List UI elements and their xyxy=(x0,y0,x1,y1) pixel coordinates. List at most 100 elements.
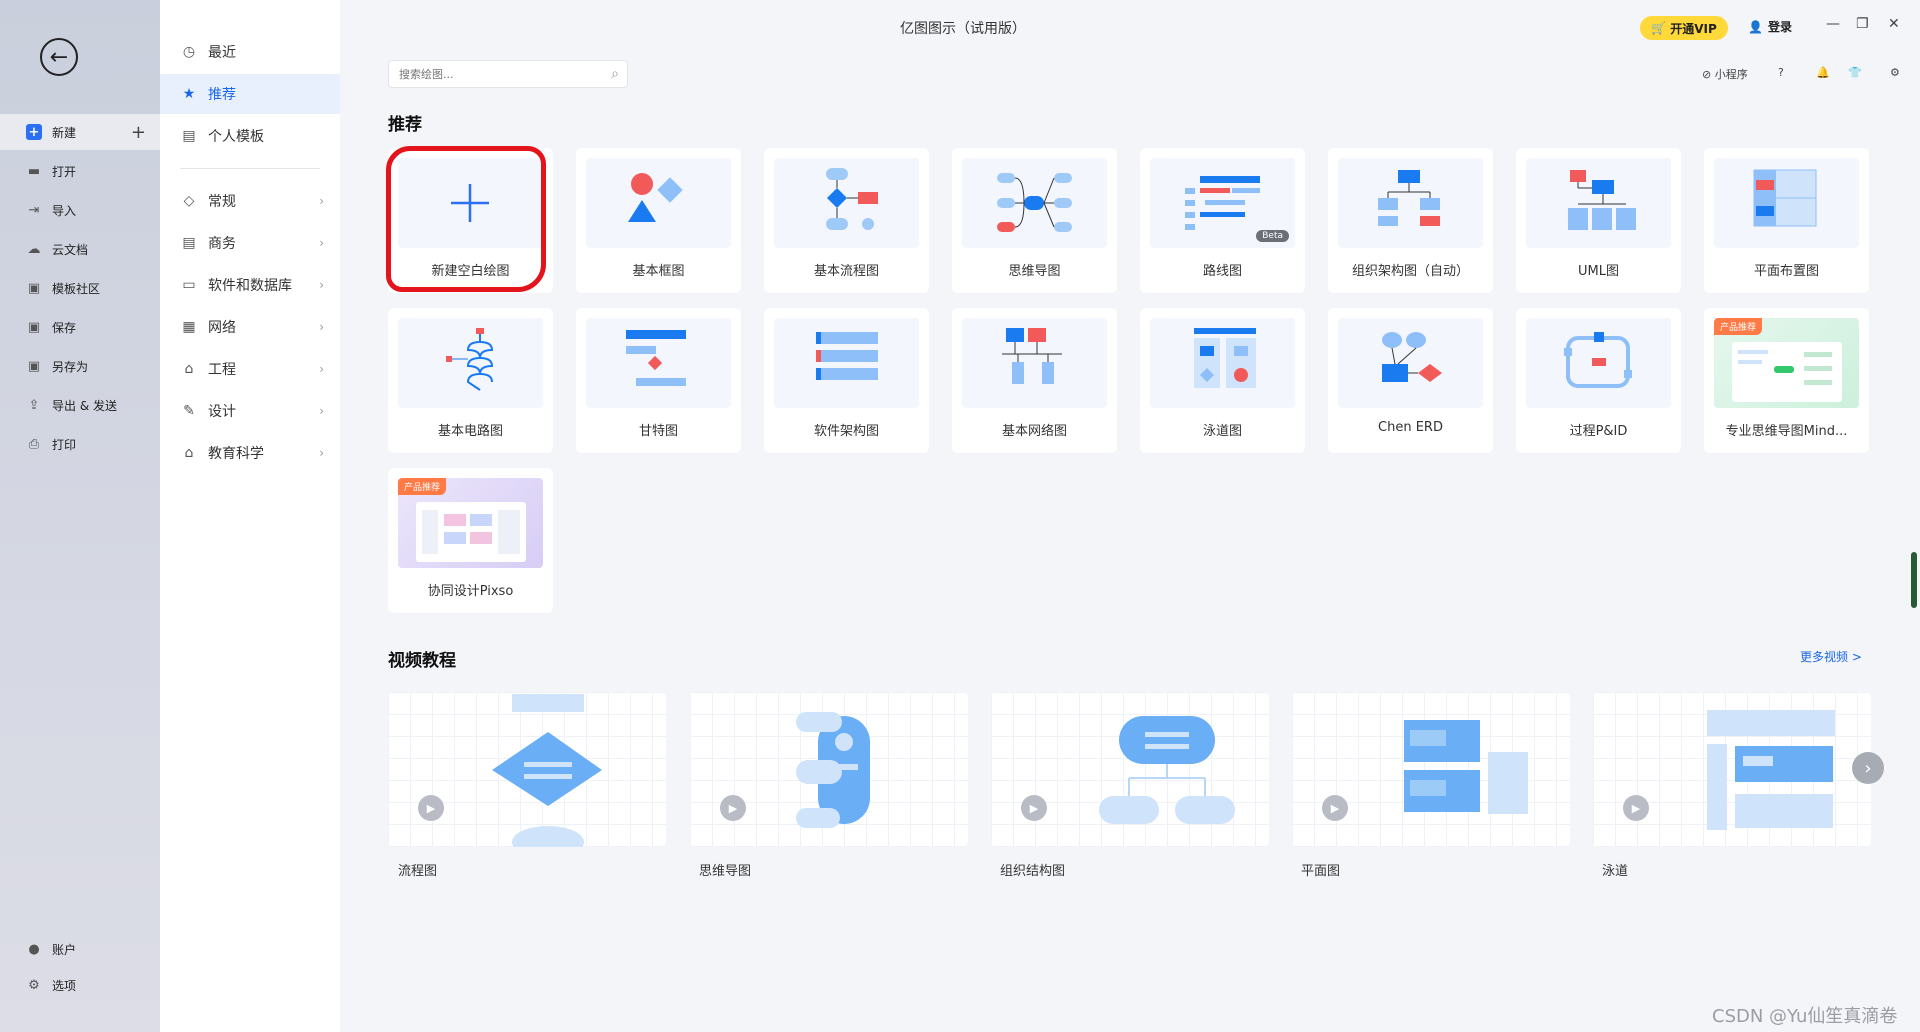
card-basic-circuit[interactable]: 基本电路图 xyxy=(388,308,553,453)
video-card-floor-plan[interactable]: ▶ xyxy=(1292,692,1570,847)
card-label: 基本电路图 xyxy=(437,424,503,439)
card-uml[interactable]: UML图 xyxy=(1516,148,1681,293)
card-thumbnail: 产品推荐 xyxy=(398,478,543,568)
category-label: 个人模板 xyxy=(208,129,264,145)
card-label: 泳道图 xyxy=(1202,424,1242,439)
category-label: 网络 xyxy=(208,320,236,336)
category-engineering[interactable]: ⌂ 工程 › xyxy=(160,349,340,389)
play-icon[interactable]: ▶ xyxy=(720,795,746,821)
sidebar-item-new[interactable]: + 新建 + xyxy=(0,114,160,150)
card-thumbnail xyxy=(962,158,1107,248)
card-basic-block[interactable]: 基本框图 xyxy=(576,148,741,293)
left-sidebar: ← + 新建 + ▬ 打开 ⇥ 导入 ☁ 云文档 ▣ 模板社区 ▣ 保存 ▣ 另… xyxy=(0,0,160,1032)
design-icon: ✎ xyxy=(183,403,195,419)
category-education[interactable]: ⌂ 教育科学 › xyxy=(160,433,340,473)
clock-icon: ◷ xyxy=(182,44,196,60)
notification-button[interactable]: 🔔 xyxy=(1816,66,1830,79)
sidebar-item-account[interactable]: ● 账户 xyxy=(0,931,160,967)
settings-button[interactable]: ⚙ xyxy=(1890,66,1900,79)
video-label: 流程图 xyxy=(398,864,438,879)
close-button[interactable]: ✕ xyxy=(1888,16,1900,32)
card-thumbnail xyxy=(1714,158,1859,248)
card-pixso[interactable]: 产品推荐 协同设计Pixso xyxy=(388,468,553,613)
minimize-button[interactable]: — xyxy=(1826,16,1840,32)
card-swimlane[interactable]: 泳道图 xyxy=(1140,308,1305,453)
login-button[interactable]: 👤 登录 xyxy=(1748,18,1792,35)
product-recommend-badge: 产品推荐 xyxy=(1714,318,1763,335)
card-thumbnail xyxy=(398,158,543,248)
sidebar-item-options[interactable]: ⚙ 选项 xyxy=(0,967,160,1003)
sidebar-item-label: 云文档 xyxy=(52,242,89,257)
card-mindmaster[interactable]: 产品推荐 专业思维导图Mind... xyxy=(1704,308,1869,453)
play-icon[interactable]: ▶ xyxy=(418,795,444,821)
sidebar-item-save[interactable]: ▣ 保存 xyxy=(0,309,160,345)
mini-program-button[interactable]: ⊘ 小程序 xyxy=(1702,66,1748,82)
card-basic-network[interactable]: 基本网络图 xyxy=(952,308,1117,453)
uml-icon xyxy=(1568,170,1636,230)
flowchart-preview-icon xyxy=(492,694,602,847)
vip-button[interactable]: 🛒 开通VIP xyxy=(1640,16,1728,40)
sidebar-item-import[interactable]: ⇥ 导入 xyxy=(0,192,160,228)
video-card-flowchart[interactable]: ▶ xyxy=(388,692,666,847)
sidebar-item-label: 新建 xyxy=(52,125,77,140)
video-next-button[interactable]: › xyxy=(1852,752,1884,784)
video-card-org-chart[interactable]: ▶ xyxy=(991,692,1269,847)
swimlane-preview-icon xyxy=(1707,710,1835,830)
floor-plan-preview-icon xyxy=(1404,720,1528,814)
category-software-database[interactable]: ▭ 软件和数据库 › xyxy=(160,265,340,305)
category-design[interactable]: ✎ 设计 › xyxy=(160,391,340,431)
play-icon[interactable]: ▶ xyxy=(1322,795,1348,821)
play-icon[interactable]: ▶ xyxy=(1623,795,1649,821)
mini-program-icon: ⊘ xyxy=(1702,68,1715,81)
back-button[interactable]: ← xyxy=(40,38,78,76)
category-business[interactable]: ▤ 商务 › xyxy=(160,223,340,263)
card-org-chart-auto[interactable]: 组织架构图（自动） xyxy=(1328,148,1493,293)
sidebar-item-cloud[interactable]: ☁ 云文档 xyxy=(0,231,160,267)
chevron-right-icon: › xyxy=(319,278,324,292)
card-basic-flowchart[interactable]: 基本流程图 xyxy=(764,148,929,293)
sidebar-item-open[interactable]: ▬ 打开 xyxy=(0,153,160,189)
card-thumbnail xyxy=(962,318,1107,408)
theme-button[interactable]: 👕 xyxy=(1848,66,1862,79)
category-general[interactable]: ◇ 常规 › xyxy=(160,181,340,221)
search-icon[interactable]: ⌕ xyxy=(611,66,619,82)
sidebar-item-template-community[interactable]: ▣ 模板社区 xyxy=(0,270,160,306)
video-card-swimlane[interactable]: ▶ xyxy=(1593,692,1871,847)
category-personal-templates[interactable]: ▤ 个人模板 xyxy=(160,116,340,156)
bell-icon: 🔔 xyxy=(1816,66,1830,79)
vip-label: 开通VIP xyxy=(1670,21,1717,36)
scrollbar-thumb[interactable] xyxy=(1911,552,1917,608)
card-chen-erd[interactable]: Chen ERD xyxy=(1328,308,1493,453)
play-icon[interactable]: ▶ xyxy=(1021,795,1047,821)
video-card-mindmap[interactable]: ▶ xyxy=(690,692,968,847)
card-thumbnail xyxy=(1150,318,1295,408)
video-label: 组织结构图 xyxy=(1000,864,1066,879)
printer-icon: ⎙ xyxy=(28,436,40,452)
restore-button[interactable]: ❐ xyxy=(1856,16,1869,32)
category-recommend[interactable]: ★ 推荐 xyxy=(160,74,340,114)
card-floor-plan[interactable]: 平面布置图 xyxy=(1704,148,1869,293)
sidebar-item-export[interactable]: ⇪ 导出 & 发送 xyxy=(0,387,160,423)
education-icon: ⌂ xyxy=(184,445,194,461)
category-label: 常规 xyxy=(208,194,236,210)
help-button[interactable]: ? xyxy=(1778,66,1784,79)
card-gantt[interactable]: 甘特图 xyxy=(576,308,741,453)
category-network[interactable]: ▦ 网络 › xyxy=(160,307,340,347)
more-videos-link[interactable]: 更多视频 > xyxy=(1800,648,1862,665)
sidebar-item-print[interactable]: ⎙ 打印 xyxy=(0,426,160,462)
search-input[interactable] xyxy=(389,61,589,87)
category-recent[interactable]: ◷ 最近 xyxy=(160,32,340,72)
card-roadmap[interactable]: Beta 路线图 xyxy=(1140,148,1305,293)
flowchart-icon xyxy=(826,168,878,230)
new-plus-icon[interactable]: + xyxy=(131,122,146,143)
chevron-right-icon: › xyxy=(319,236,324,250)
card-process-pid[interactable]: 过程P&ID xyxy=(1516,308,1681,453)
sidebar-item-label: 保存 xyxy=(52,320,77,335)
sidebar-item-save-as[interactable]: ▣ 另存为 xyxy=(0,348,160,384)
card-label: 新建空白绘图 xyxy=(431,264,510,279)
card-mind-map[interactable]: 思维导图 xyxy=(952,148,1117,293)
card-software-architecture[interactable]: 软件架构图 xyxy=(764,308,929,453)
card-new-blank[interactable]: 新建空白绘图 xyxy=(388,148,553,293)
category-label: 推荐 xyxy=(208,87,236,103)
cart-icon: 🛒 xyxy=(1651,21,1667,35)
